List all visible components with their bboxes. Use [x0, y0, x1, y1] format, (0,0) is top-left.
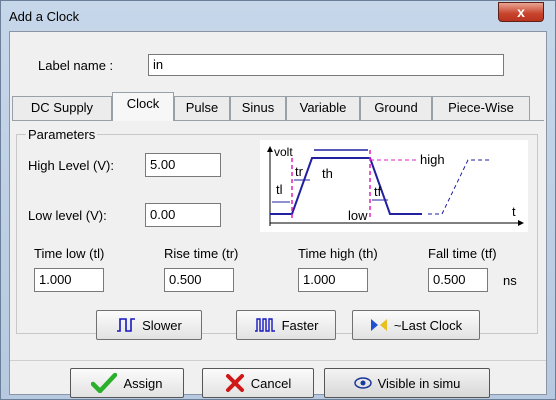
slower-button[interactable]: Slower — [96, 310, 202, 340]
high-level-input[interactable]: 5.00 — [145, 153, 221, 177]
dialog-body: Label name : in DC Supply Clock Pulse Si… — [9, 31, 547, 398]
low-level-input[interactable]: 0.00 — [145, 203, 221, 227]
fall-time-input[interactable]: 0.500 — [428, 268, 488, 292]
footer-divider — [10, 360, 546, 361]
visible-in-simu-label: Visible in simu — [377, 375, 461, 391]
diagram-tf-label: tf — [374, 184, 382, 199]
label-name-input[interactable]: in — [148, 54, 504, 76]
diagram-th-label: th — [322, 166, 333, 181]
last-clock-label: ~Last Clock — [393, 317, 463, 333]
diagram-tl-label: tl — [276, 182, 283, 197]
diagram-t-label: t — [512, 204, 516, 219]
eye-icon — [353, 377, 372, 389]
swap-arrows-icon — [370, 319, 387, 331]
add-clock-dialog: Add a Clock x Label name : in DC Supply … — [0, 0, 556, 400]
tab-piece-wise[interactable]: Piece-Wise — [432, 96, 530, 120]
tab-dc-supply[interactable]: DC Supply — [12, 96, 112, 120]
slow-pulse-icon — [117, 318, 136, 332]
faster-button[interactable]: Faster — [236, 310, 336, 340]
diagram-tr-label: tr — [295, 164, 304, 179]
cancel-x-icon — [225, 374, 244, 392]
tab-variable[interactable]: Variable — [286, 96, 360, 120]
time-unit-label: ns — [503, 273, 517, 288]
tab-pulse[interactable]: Pulse — [174, 96, 230, 120]
title-bar[interactable]: Add a Clock x — [1, 1, 555, 31]
diagram-volt-label: volt — [274, 145, 293, 159]
tab-ground[interactable]: Ground — [360, 96, 432, 120]
tab-strip-line — [12, 120, 544, 121]
faster-label: Faster — [281, 317, 319, 333]
rise-time-label: Rise time (tr) — [164, 246, 239, 261]
clock-timing-diagram: volt tl tr th tf high low t — [260, 140, 528, 232]
time-high-input[interactable]: 1.000 — [298, 268, 368, 292]
diagram-low-label: low — [348, 208, 368, 223]
checkmark-icon — [91, 373, 118, 393]
time-high-label: Time high (th) — [298, 246, 378, 261]
fast-pulse-icon — [254, 318, 275, 332]
fall-time-label: Fall time (tf) — [428, 246, 497, 261]
time-low-label: Time low (tl) — [34, 246, 105, 261]
label-name-label: Label name : — [38, 58, 114, 73]
tab-sinus[interactable]: Sinus — [230, 96, 286, 120]
assign-button[interactable]: Assign — [70, 368, 184, 398]
high-level-label: High Level (V): — [28, 158, 114, 173]
cancel-button[interactable]: Cancel — [202, 368, 314, 398]
rise-time-input[interactable]: 0.500 — [164, 268, 234, 292]
low-level-label: Low level (V): — [28, 208, 107, 223]
visible-in-simu-button[interactable]: Visible in simu — [324, 368, 490, 398]
cancel-label: Cancel — [250, 375, 292, 391]
diagram-high-label: high — [420, 152, 445, 167]
parameters-title: Parameters — [26, 127, 98, 142]
close-button[interactable]: x — [498, 2, 544, 22]
assign-label: Assign — [123, 375, 163, 391]
time-low-input[interactable]: 1.000 — [34, 268, 104, 292]
slower-label: Slower — [142, 317, 182, 333]
tab-clock[interactable]: Clock — [112, 92, 174, 121]
window-title: Add a Clock — [9, 9, 80, 24]
last-clock-button[interactable]: ~Last Clock — [352, 310, 480, 340]
